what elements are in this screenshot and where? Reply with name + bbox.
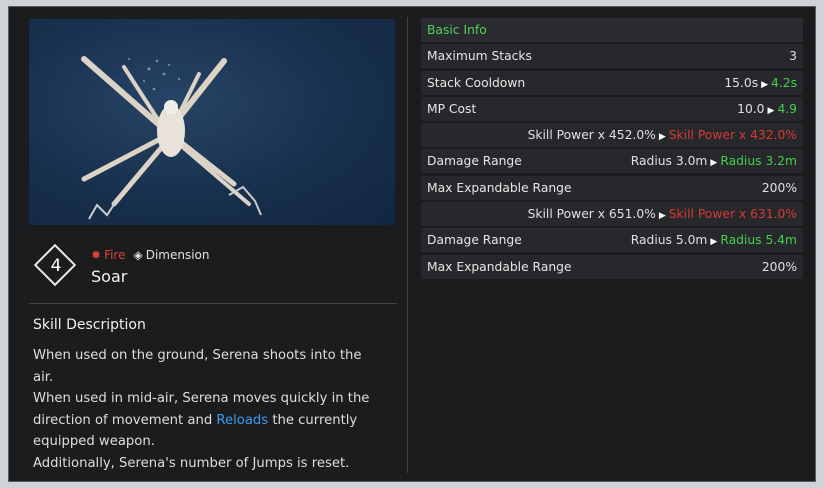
attribute-dimension: ◈ Dimension (133, 248, 209, 262)
stat-row: Max Expandable Range 200% (421, 254, 803, 279)
stats-table: Basic Info Maximum Stacks 3 Stack Cooldown… (421, 18, 803, 281)
stat-current-value: 10.0 (737, 101, 765, 116)
arrow-right-icon: ▶ (658, 132, 666, 143)
arrow-right-icon: ▶ (658, 211, 666, 222)
skill-level-badge: 4 (33, 243, 79, 289)
attribute-fire: ✹ Fire (91, 248, 125, 262)
stat-row: Skill Power x 452.0% ▶ Skill Power x 432.0… (421, 123, 803, 149)
skill-info-panel: 4 ✹ Fire ◈ Dimension Soar Skill Descript… (8, 6, 816, 482)
stat-upgraded-value: Radius 5.4m (720, 233, 797, 248)
stat-current-value: 15.0s (724, 75, 759, 90)
dimension-icon: ◈ (133, 248, 143, 262)
skill-description: When used on the ground, Serena shoots i… (33, 345, 385, 475)
divider (29, 303, 397, 304)
stat-row: Skill Power x 651.0% ▶ Skill Power x 631.0… (421, 202, 803, 228)
stat-value: 3 (789, 44, 797, 68)
stat-upgraded-value: 4.9 (777, 101, 797, 116)
stat-value: Skill Power x 651.0% ▶ Skill Power x 631.0… (528, 202, 797, 228)
attribute-label: Dimension (145, 248, 210, 262)
skill-level-number: 4 (50, 256, 62, 276)
stat-label: Maximum Stacks (427, 49, 532, 64)
arrow-right-icon: ▶ (761, 79, 769, 90)
stat-value: Radius 3.0m ▶ Radius 3.2m (631, 149, 797, 175)
stat-upgraded-value: Radius 3.2m (720, 154, 797, 169)
stat-label: MP Cost (427, 101, 477, 116)
stat-current-value: Skill Power x 651.0% (527, 207, 656, 222)
stat-row: Stack Cooldown 15.0s ▶ 4.2s (421, 70, 803, 97)
stat-current-value: 200% (761, 259, 797, 274)
stats-header-row: Basic Info (421, 18, 803, 42)
fire-icon: ✹ (91, 248, 102, 262)
arrow-right-icon: ▶ (710, 237, 718, 248)
arrow-right-icon: ▶ (710, 158, 718, 169)
vertical-divider (407, 17, 408, 473)
stat-row: Max Expandable Range 200% (421, 175, 803, 200)
stat-label: Max Expandable Range (427, 180, 572, 195)
reloads-keyword-link[interactable]: Reloads (216, 413, 268, 428)
stat-current-value: 3 (789, 49, 797, 64)
stat-upgraded-value: Skill Power x 631.0% (668, 207, 797, 222)
stat-current-value: 200% (761, 180, 797, 195)
stat-current-value: Skill Power x 452.0% (527, 128, 656, 143)
description-title: Skill Description (33, 317, 146, 333)
attribute-label: Fire (104, 248, 126, 262)
stat-value: 200% (762, 255, 797, 279)
stat-label: Stack Cooldown (427, 75, 526, 90)
stat-label: Damage Range (427, 233, 522, 248)
stat-upgraded-value: Skill Power x 432.0% (668, 128, 797, 143)
stat-label: Damage Range (427, 154, 522, 169)
stat-current-value: Radius 5.0m (630, 233, 708, 248)
stat-row: Damage Range Radius 3.0m ▶ Radius 3.2m (421, 149, 803, 175)
stat-value: Radius 5.0m ▶ Radius 5.4m (631, 228, 797, 254)
stat-value: 15.0s ▶ 4.2s (724, 71, 797, 97)
stat-value: 200% (762, 176, 797, 200)
stat-row: MP Cost 10.0 ▶ 4.9 (421, 96, 803, 123)
stat-value: 10.0 ▶ 4.9 (737, 97, 797, 123)
skill-name: Soar (91, 267, 128, 286)
stat-row: Damage Range Radius 5.0m ▶ Radius 5.4m (421, 228, 803, 254)
stat-current-value: Radius 3.0m (630, 154, 708, 169)
arrow-right-icon: ▶ (767, 105, 775, 116)
skill-attributes: ✹ Fire ◈ Dimension (91, 247, 218, 263)
skill-preview-art (81, 56, 262, 220)
stat-value: Skill Power x 452.0% ▶ Skill Power x 432.0… (528, 123, 797, 149)
description-line: When used in mid-air, Serena moves quick… (33, 391, 370, 450)
stats-header: Basic Info (427, 23, 487, 37)
stat-upgraded-value: 4.2s (771, 75, 797, 90)
skill-preview-image (29, 19, 395, 225)
stat-label: Max Expandable Range (427, 259, 572, 274)
description-line: Additionally, Serena's number of Jumps i… (33, 455, 350, 471)
description-line: When used on the ground, Serena shoots i… (33, 348, 362, 385)
stat-row: Maximum Stacks 3 (421, 44, 803, 69)
